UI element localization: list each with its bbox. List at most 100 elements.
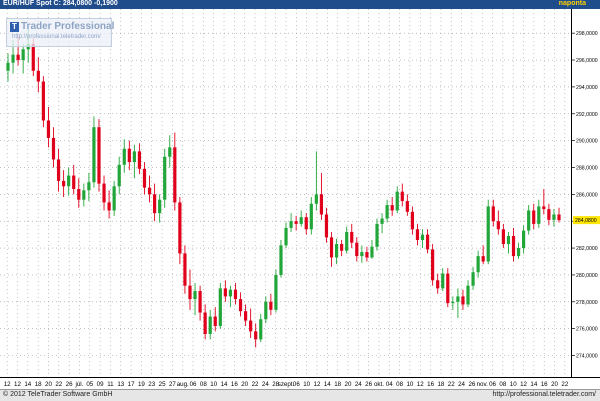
x-tick-label: 08 (200, 381, 207, 388)
candle-body (451, 301, 455, 304)
candle-body (527, 210, 531, 231)
candle-body (522, 230, 526, 249)
candle-body (31, 43, 35, 71)
symbol-quote: EUR/HUF Spot C: 284,0800 -0,1900 (3, 0, 118, 7)
watermark-url: http://professional.teletrader.com/ (12, 34, 101, 40)
candle-body (496, 221, 500, 230)
x-tick-label: 18 (437, 381, 444, 388)
x-tick-label: 14 (221, 381, 228, 388)
x-tick-label: 19 (138, 381, 145, 388)
candle-body (77, 188, 81, 200)
candle-body (122, 148, 126, 165)
candle-body (557, 214, 561, 221)
footer-link[interactable]: http://professional.teletrader.com/ (493, 391, 597, 398)
candle-body (158, 199, 162, 214)
candle-body (319, 194, 324, 215)
candle-body (92, 127, 96, 183)
candle-body (36, 70, 40, 82)
y-tick-label: 286,0000 (576, 192, 598, 198)
candle-body (415, 229, 420, 241)
x-tick-label: 24 (458, 381, 465, 388)
candle-body (11, 54, 15, 63)
chart-header: EUR/HUF Spot C: 284,0800 -0,1900 naponta (0, 0, 600, 9)
x-tick-label: 11 (107, 381, 114, 388)
candle-body (259, 319, 263, 340)
candle-body (67, 175, 71, 187)
candle-body (218, 288, 222, 326)
candle-body (233, 289, 238, 300)
candle-body (395, 191, 399, 211)
candle-body (213, 316, 217, 326)
candle-body (355, 242, 359, 257)
candle-body (345, 231, 349, 251)
x-tick-label: 20 (241, 381, 248, 388)
candle-body (370, 246, 374, 258)
candle-body (238, 299, 243, 312)
candle-body (102, 183, 106, 203)
x-tick-label: 06 (190, 381, 197, 388)
candle-body (385, 205, 389, 219)
candle-body (350, 231, 354, 243)
candle-body (314, 194, 318, 204)
y-tick-label: 298,0000 (576, 31, 598, 37)
x-tick-label: 22 (252, 381, 259, 388)
x-tick-label: 16 (427, 381, 434, 388)
x-tick-label: 10 (210, 381, 217, 388)
x-tick-label: 12 (14, 381, 21, 388)
x-tick-label: 26 (66, 381, 73, 388)
x-tick-label: 18 (334, 381, 341, 388)
candle-body (471, 272, 475, 286)
candle-body (147, 187, 152, 195)
x-tick-label: 20 (45, 381, 52, 388)
y-tick-label: 288,0000 (576, 165, 598, 171)
x-tick-label: 25 (159, 381, 166, 388)
price-plot[interactable] (0, 9, 571, 377)
candle-body (208, 316, 212, 335)
candle-body (516, 248, 521, 257)
candle-body (56, 159, 61, 181)
candle-body (132, 151, 136, 163)
candle-body (193, 291, 197, 300)
x-tick-label: 08 (396, 381, 403, 388)
candle-body (506, 235, 511, 245)
candle-body (532, 210, 536, 224)
x-tick-label: 14 (324, 381, 331, 388)
candle-body (501, 229, 505, 245)
y-tick-label: 274,0000 (576, 354, 598, 360)
x-tick-label: 23 (148, 381, 155, 388)
candle-body (284, 227, 288, 246)
candle-body (249, 320, 253, 332)
candle-body (203, 312, 207, 335)
candle-body (183, 253, 187, 286)
price-axis: 274,0000 276,0000 278,0000 280,0000 282,0000… (571, 9, 600, 377)
candle-body (542, 206, 546, 210)
x-tick-label: 12 (417, 381, 424, 388)
y-tick-label: 296,0000 (576, 58, 598, 64)
x-tick-label: 04 (386, 381, 393, 388)
candle-body (51, 137, 56, 160)
candle-body (62, 180, 66, 187)
candle-body (269, 301, 273, 310)
candle-body (329, 237, 334, 258)
candle-body (486, 206, 490, 262)
candle-body (223, 288, 227, 297)
y-tick-label: 292,0000 (576, 112, 598, 118)
candle-body (97, 127, 101, 184)
candle-body (360, 252, 364, 257)
candle-body (456, 296, 460, 302)
x-tick-label: 12 (4, 381, 11, 388)
candle-body (41, 81, 45, 121)
x-tick-label: 26 (365, 381, 372, 388)
candle-body (198, 291, 202, 313)
x-tick-label: 17 (128, 381, 135, 388)
x-tick-label: 05 (86, 381, 93, 388)
candle-body (289, 221, 293, 228)
candle-body (46, 120, 51, 138)
candle-body (400, 191, 404, 202)
x-tick-label: 18 (35, 381, 42, 388)
candle-body (82, 190, 86, 200)
candle-body (228, 289, 233, 297)
period-label[interactable]: naponta (559, 0, 586, 9)
x-tick-label: 20 (551, 381, 558, 388)
candle-body (441, 273, 445, 289)
